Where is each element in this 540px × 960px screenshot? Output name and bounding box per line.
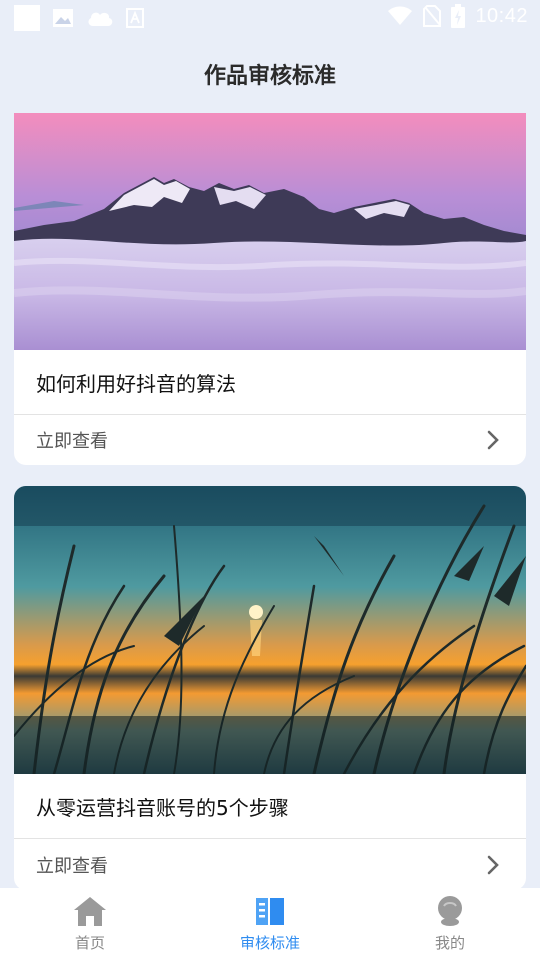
font-icon — [126, 8, 144, 28]
article-card[interactable]: 从零运营抖音账号的5个步骤 立即查看 — [14, 486, 526, 890]
article-title[interactable]: 从零运营抖音账号的5个步骤 — [14, 774, 526, 838]
tab-review-standards[interactable]: 审核标准 — [180, 888, 360, 960]
status-bar: 10:42 — [0, 0, 540, 36]
gallery-icon — [53, 9, 73, 27]
article-card[interactable]: 如何利用好抖音的算法 立即查看 — [14, 113, 526, 465]
battery-charging-icon — [451, 4, 466, 28]
book-icon — [256, 898, 284, 925]
no-sim-icon — [423, 5, 442, 27]
tab-label: 我的 — [434, 934, 465, 952]
tab-profile[interactable]: 我的 — [360, 888, 540, 960]
article-image-mountain — [14, 113, 526, 350]
wifi-icon — [388, 6, 413, 25]
profile-icon — [438, 896, 462, 926]
view-now-link[interactable]: 立即查看 — [14, 415, 526, 465]
status-right-icons: 10:42 — [387, 4, 528, 28]
home-icon — [74, 897, 106, 926]
chevron-right-icon — [487, 855, 499, 874]
page-title: 作品审核标准 — [203, 64, 336, 89]
tab-label: 首页 — [74, 934, 105, 952]
view-now-label: 立即查看 — [36, 431, 108, 452]
app-square-icon — [14, 5, 40, 31]
view-now-link[interactable]: 立即查看 — [14, 839, 526, 890]
view-now-label: 立即查看 — [36, 855, 108, 877]
cloud-icon — [88, 12, 113, 26]
chevron-right-icon — [487, 430, 499, 450]
tab-label: 审核标准 — [239, 934, 300, 952]
bottom-tab-bar: 首页 审核标准 我的 — [0, 888, 540, 960]
status-left-icons — [14, 5, 144, 31]
tab-home[interactable]: 首页 — [0, 888, 180, 960]
status-time: 10:42 — [475, 4, 528, 27]
article-image-sunset — [14, 486, 526, 774]
article-title[interactable]: 如何利用好抖音的算法 — [14, 350, 526, 414]
